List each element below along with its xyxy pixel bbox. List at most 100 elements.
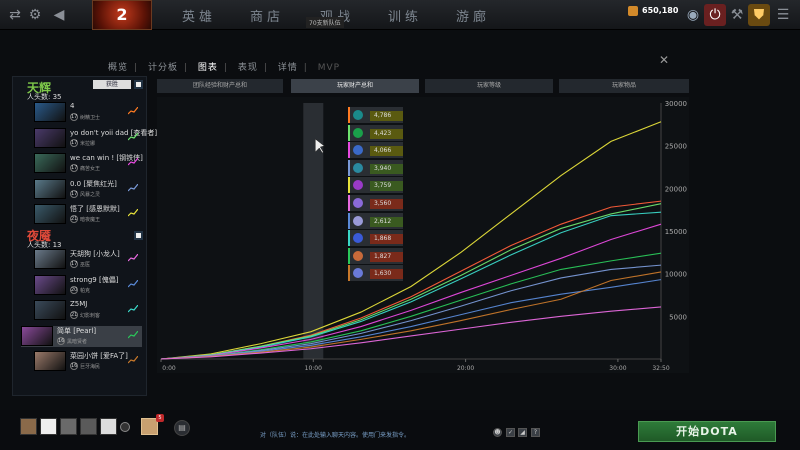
player-level: 17 [70,164,78,172]
hero-portrait [21,325,53,346]
top-bar: ⇄ ⚙ ◀ 2 英雄 商店 观战 训练 游廊 70支新队伍 650,180 ◉ … [0,0,800,30]
hero-portrait [34,127,66,148]
player-graph-toggle-icon[interactable] [128,183,138,192]
play-dota-button[interactable]: 开始DOTA [638,421,776,442]
player-row[interactable]: yo don't yoii dad [查看者] 17 米拉娜 [34,127,157,149]
radiant-kills: 人头数: 35 [27,92,62,102]
player-graph-toggle-icon[interactable] [128,107,138,115]
tab-player-networth[interactable]: 玩家财产总和 [291,79,419,93]
player-level: 21 [70,311,78,319]
y-tick-label: 10000 [665,271,687,279]
player-row[interactable]: Z5MJ 21 幻影刺客 [34,300,142,321]
player-graph-toggle-icon[interactable] [128,330,138,339]
party-badge: 5 [156,414,164,422]
shards-count: 650,180 [642,6,679,15]
player-graph-toggle-icon[interactable] [128,356,138,364]
player-level: 17 [70,113,78,121]
dota-logo-button[interactable]: 2 [92,0,152,30]
hero-portrait [34,102,66,122]
emoji-icon[interactable]: ☻ [493,428,502,437]
player-graph-toggle-icon[interactable] [128,209,138,217]
player-row[interactable]: we can win ! [钢铁侠] 17 痛苦女王 [34,153,143,174]
player-row[interactable]: strong9 [傀儡] 20 帕克 [34,274,142,296]
player-name: 悟了 [感恩默默] [70,205,120,213]
tab-player-level[interactable]: 玩家等级 [425,79,553,93]
player-row[interactable]: 悟了 [感恩默默] 21 暗夜魔王 [34,204,142,225]
player-row[interactable]: 简单 [Pearl] 16 黑暗贤者 [21,325,142,347]
player-name: 天胡狗 [小龙人] [70,250,120,258]
hero-portrait [34,178,66,199]
hero-icon [353,127,363,138]
tab-player-items[interactable]: 玩家物品 [559,79,689,93]
subnav-overview[interactable]: 概览 [108,63,128,73]
nav-store[interactable]: 商店 [250,6,284,25]
player-name: yo don't yoii dad [查看者] [70,128,158,137]
separator: | [263,63,268,73]
player-graph-toggle-icon[interactable] [128,158,138,166]
legend-value: 1,868 [370,234,403,245]
nav-heroes[interactable]: 英雄 [182,6,216,25]
tab-team-xp-gold[interactable]: 团队经验和财产总和 [157,79,283,93]
invite-icon[interactable] [120,422,130,432]
legend-value: 3,940 [370,163,403,174]
dire-toggle-checkbox[interactable] [134,231,143,240]
help-button[interactable]: ? [531,428,540,437]
chat-input[interactable]: 对（队伍）说：在此处输入聊天内容。使用门来发指令。 [260,430,410,439]
y-tick-label: 30000 [665,100,687,108]
subnav-mvp[interactable]: MVP [318,63,340,73]
player-level: 16 [57,336,65,345]
legend-row: 3,940 [348,159,403,176]
separator: | [303,63,308,73]
party-member-avatar[interactable] [60,418,77,435]
shards-icon [628,6,638,16]
party-member-avatar[interactable] [80,418,97,435]
radiant-toggle-checkbox[interactable] [134,80,143,89]
gear-icon[interactable]: ⚙ [24,4,46,26]
player-row[interactable]: 菜园小饼 [爱FA了] 16 巨牙海民 [34,351,142,372]
minimize-icon[interactable]: ◢ [518,428,527,437]
player-row[interactable]: 天胡狗 [小龙人] 17 巫医 [34,249,142,270]
hero-icon [353,110,363,120]
team-notice-badge[interactable]: 70支新队伍 [306,17,344,28]
nav-learn[interactable]: 训练 [388,6,422,25]
legend-row: 1,827 [348,247,403,264]
legend-color-bar [348,142,350,159]
y-tick-label: 15000 [665,228,687,236]
subnav-scoreboard[interactable]: 计分板 [148,63,178,73]
friends-icon[interactable]: ☰ [772,4,794,26]
nav-arcade[interactable]: 游廊 [456,6,490,25]
streaming-icon[interactable]: ◉ [682,4,704,26]
legend-color-bar [348,107,350,123]
x-tick-label: 0:00 [162,365,176,372]
player-level: 17 [70,189,78,198]
player-row[interactable]: 4 17 树精卫士 [34,102,142,123]
separator: | [134,63,139,73]
player-graph-toggle-icon[interactable] [128,254,138,262]
x-tick-label: 20:00 [457,365,474,372]
subnav-details[interactable]: 详情 [278,63,298,73]
subnav-graphs[interactable]: 图表 [198,63,218,73]
player-graph-toggle-icon[interactable] [128,305,138,313]
player-name: Z5MJ [70,300,88,308]
player-name: strong9 [傀儡] [70,275,119,284]
power-icon[interactable]: ⏻ [704,4,726,26]
player-level: 20 [70,285,78,294]
party-member-avatar[interactable] [20,418,37,435]
player-graph-toggle-icon[interactable] [128,132,138,141]
subnav-performance[interactable]: 表现 [238,63,258,73]
player-graph-toggle-icon[interactable] [128,279,138,288]
shield-icon[interactable]: ⛊ [748,4,770,26]
back-icon[interactable]: ◀ [48,4,70,26]
networth-chart[interactable]: 5000 10000 15000 20000 25000 30000 0:00 10:00 20… [157,97,689,373]
hero-icon [353,145,363,156]
party-member-avatar[interactable] [100,418,117,435]
hero-name: 巨牙海民 [80,364,101,370]
legend-row: 4,786 [348,107,403,123]
player-row[interactable]: 0.0 [聚焦红光] 17 风暴之灵 [34,178,142,200]
tools-icon[interactable]: ⚒ [726,4,748,26]
close-icon[interactable]: ✕ [659,53,669,67]
party-icon[interactable]: ▤ [174,420,190,436]
party-member-avatar[interactable] [40,418,57,435]
shuffle-icon[interactable]: ⇄ [4,4,26,26]
check-icon[interactable]: ✓ [506,428,515,437]
